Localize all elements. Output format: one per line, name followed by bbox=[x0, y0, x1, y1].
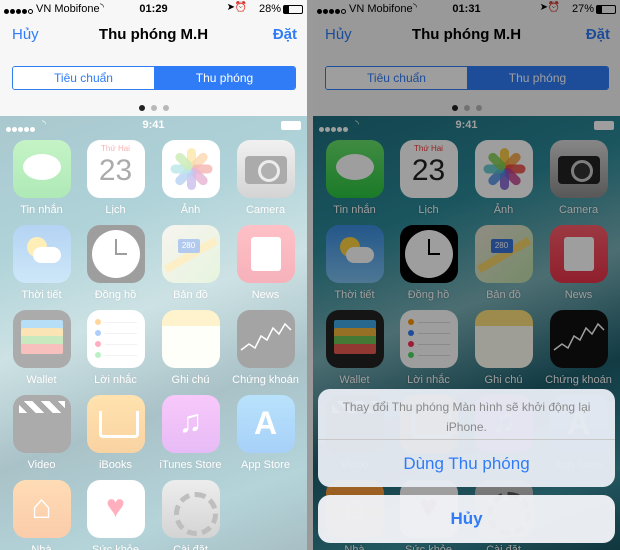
battery-percent: 28% bbox=[258, 3, 281, 15]
page-title: Thu phóng M.H bbox=[98, 26, 209, 43]
app-label: Sức khỏe bbox=[404, 544, 453, 550]
weather-icon bbox=[325, 225, 384, 283]
preview-status-bar: ◝9:41 bbox=[313, 119, 620, 133]
preview-wash-overlay bbox=[0, 116, 307, 550]
app-stocks: Chứng khoán bbox=[541, 310, 616, 386]
app-label: Đồng hồ bbox=[407, 289, 450, 301]
stocks-icon bbox=[549, 310, 608, 368]
navigation-bar: Hủy Thu phóng M.H Đặt bbox=[313, 20, 620, 52]
action-sheet-cancel-button[interactable]: Hủy bbox=[318, 495, 615, 543]
display-zoom-segmented-control[interactable]: Tiêu chuẩn Thu phóng bbox=[12, 66, 296, 90]
app-wallet: Wallet bbox=[317, 310, 392, 386]
camera-icon bbox=[549, 140, 608, 198]
app-camera: Camera bbox=[541, 140, 616, 216]
app-label: Chứng khoán bbox=[545, 374, 612, 386]
calendar-day: 23 bbox=[411, 154, 446, 187]
segment-zoomed[interactable]: Thu phóng bbox=[154, 67, 295, 89]
app-maps: 280 Bản đồ bbox=[466, 225, 541, 301]
set-nav-button[interactable]: Đặt bbox=[273, 26, 297, 43]
app-weather: Thời tiết bbox=[317, 225, 392, 301]
page-dot bbox=[150, 105, 157, 111]
page-dot bbox=[475, 105, 482, 111]
status-bar: VN Mobifone ◝ 01:31 ➤ ⏰ 27% bbox=[313, 0, 620, 20]
calendar-icon: Thứ Hai23 bbox=[399, 140, 458, 198]
preview-time: 9:41 bbox=[455, 119, 478, 131]
app-label: Thời tiết bbox=[334, 289, 375, 301]
home-screen-preview: ◝9:41Tin nhắnThứ Hai23LịchẢnhCameraThời … bbox=[0, 116, 307, 550]
app-label: Lời nhắc bbox=[407, 374, 450, 386]
display-zoom-segmented-control[interactable]: Tiêu chuẩn Thu phóng bbox=[325, 66, 609, 90]
app-reminders: Lời nhắc bbox=[391, 310, 466, 386]
calendar-weekday: Thứ Hai bbox=[414, 144, 443, 153]
navigation-bar: Hủy Thu phóng M.H Đặt bbox=[0, 20, 307, 52]
page-dot bbox=[451, 105, 458, 111]
action-sheet-message: Thay đổi Thu phóng Màn hình sẽ khởi động… bbox=[342, 400, 591, 434]
app-label: Lịch bbox=[418, 204, 439, 216]
app-photos: Ảnh bbox=[466, 140, 541, 216]
app-label: Ghi chú bbox=[484, 374, 523, 386]
alarm-icon: ⏰ bbox=[547, 2, 560, 13]
photos-icon bbox=[474, 140, 533, 198]
battery-percent: 27% bbox=[571, 3, 594, 15]
wallet-icon bbox=[325, 310, 384, 368]
page-dot bbox=[162, 105, 169, 111]
action-sheet: Thay đổi Thu phóng Màn hình sẽ khởi động… bbox=[318, 389, 615, 487]
page-indicator[interactable] bbox=[0, 98, 307, 116]
set-nav-button[interactable]: Đặt bbox=[586, 26, 610, 43]
page-indicator[interactable] bbox=[313, 98, 620, 116]
preview-battery-icon bbox=[594, 121, 614, 130]
segment-standard[interactable]: Tiêu chuẩn bbox=[13, 67, 154, 89]
battery-icon bbox=[596, 5, 616, 14]
app-label: Nhà bbox=[344, 544, 365, 550]
app-label: Bản đồ bbox=[486, 289, 521, 301]
clock-icon bbox=[399, 225, 458, 283]
app-messages: Tin nhắn bbox=[317, 140, 392, 216]
app-label: Wallet bbox=[339, 374, 370, 386]
segment-zoomed[interactable]: Thu phóng bbox=[467, 67, 608, 89]
screen-zoom-selection: VN Mobifone ◝ 01:29 ➤ ⏰ 28% Hủy Thu phóng M.H Đặ… bbox=[0, 0, 307, 550]
maps-icon: 280 bbox=[474, 225, 533, 283]
messages-icon bbox=[325, 140, 384, 198]
app-label: News bbox=[564, 289, 593, 301]
app-notes: Ghi chú bbox=[466, 310, 541, 386]
reminders-icon bbox=[399, 310, 458, 368]
notes-icon bbox=[474, 310, 533, 368]
screen-zoom-confirm: VN Mobifone ◝ 01:31 ➤ ⏰ 27% Hủy Thu phóng M.H Đặ… bbox=[313, 0, 620, 550]
use-zoomed-button[interactable]: Dùng Thu phóng bbox=[318, 440, 615, 487]
battery-icon bbox=[283, 5, 303, 14]
maps-route-sign: 280 bbox=[490, 239, 513, 253]
battery-fill bbox=[284, 6, 290, 13]
app-label: Camera bbox=[558, 204, 599, 216]
app-news: News bbox=[541, 225, 616, 301]
app-clock: Đồng hồ bbox=[391, 225, 466, 301]
app-calendar: Thứ Hai23 Lịch bbox=[391, 140, 466, 216]
status-bar: VN Mobifone ◝ 01:29 ➤ ⏰ 28% bbox=[0, 0, 307, 20]
app-label: Tin nhắn bbox=[333, 204, 376, 216]
news-icon bbox=[549, 225, 608, 283]
page-dot bbox=[138, 105, 145, 111]
page-dot bbox=[463, 105, 470, 111]
page-title: Thu phóng M.H bbox=[411, 26, 522, 43]
app-label: Cài đặt bbox=[486, 544, 521, 550]
alarm-icon: ⏰ bbox=[234, 2, 247, 13]
app-label: Ảnh bbox=[493, 204, 514, 216]
segment-standard[interactable]: Tiêu chuẩn bbox=[326, 67, 467, 89]
battery-fill bbox=[597, 6, 602, 13]
